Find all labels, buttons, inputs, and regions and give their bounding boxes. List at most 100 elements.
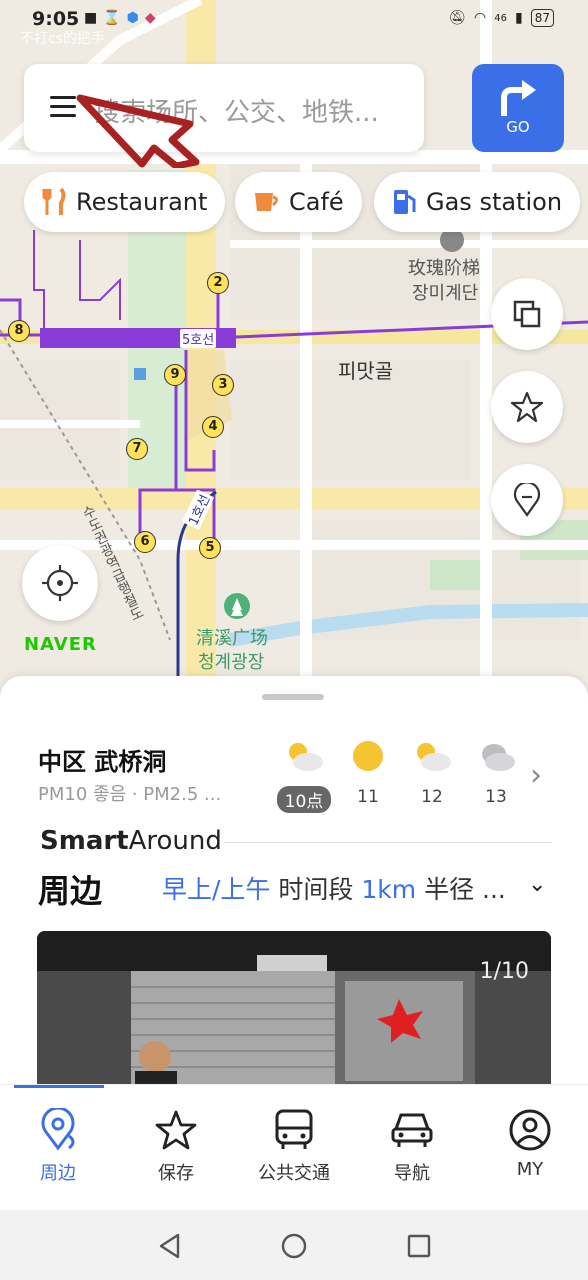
map-label-plaza-kr[interactable]: 청계광장 (198, 652, 264, 674)
crosshair-icon (42, 565, 78, 601)
chip-label: Café (289, 188, 344, 216)
smart-around-logo: SmartAround (40, 826, 222, 856)
subway-exit[interactable]: 4 (202, 416, 224, 438)
go-label: GO (506, 118, 530, 136)
weather-hour: 10点 (272, 736, 336, 813)
chip-restaurant[interactable]: Restaurant (24, 172, 226, 232)
photo-counter: 1/10 (479, 959, 529, 984)
weather-hour: 11 (336, 736, 400, 813)
back-triangle-icon[interactable] (156, 1232, 184, 1260)
subway-exit[interactable]: 6 (134, 531, 156, 553)
smart-bold: Smart (40, 826, 129, 856)
filter-radius-suffix: 半径 ... (424, 875, 506, 904)
filter-radius: 1km (361, 875, 417, 904)
subway-exit[interactable]: 2 (207, 272, 229, 294)
filter-time-suffix: 时间段 (278, 875, 354, 904)
star-icon (155, 1110, 197, 1150)
current-area-title[interactable]: 中区 武桥洞 (38, 742, 166, 777)
bottom-sheet[interactable]: 中区 武桥洞 PM10 좋음 · PM2.5 ... 10点 11 12 13 … (0, 676, 588, 1116)
nav-label: 保存 (158, 1163, 194, 1184)
nearby-heading: 周边 (38, 872, 103, 910)
weather-hour: 13 (464, 736, 528, 813)
network-type: 46 (494, 12, 507, 24)
nearby-filter[interactable]: 早上/上午 时间段 1km 半径 ... (162, 870, 506, 906)
weather-chevron-right-icon[interactable]: › (530, 758, 542, 793)
partly-cloudy-icon (417, 743, 451, 771)
nav-label: 导航 (394, 1163, 430, 1184)
weather-hour-label: 10点 (276, 786, 332, 813)
bus-icon (275, 1109, 313, 1149)
naver-logo: NAVER (24, 634, 97, 655)
user-icon (509, 1109, 551, 1151)
status-time: 9:05 (32, 8, 80, 30)
status-notification-icons: ■ ⌛ ⬢ ◆ (84, 10, 156, 26)
weather-hour: 12 (400, 736, 464, 813)
fork-knife-icon (42, 187, 66, 215)
nav-tab-nearby[interactable]: 周边 (8, 1107, 108, 1185)
app-icon: ◆ (144, 10, 156, 26)
weather-hour-label: 11 (357, 787, 379, 807)
map-label-stairs-kr[interactable]: 장미계단 (412, 283, 478, 305)
nearby-pin-icon (41, 1108, 75, 1151)
shield-icon: ⬢ (126, 10, 139, 26)
chip-label: Gas station (426, 188, 563, 216)
partly-cloudy-icon (289, 743, 323, 771)
subway-exit[interactable]: 9 (164, 364, 186, 386)
chip-gas-station[interactable]: Gas station (374, 172, 581, 232)
fuel-pump-icon (394, 190, 416, 214)
air-quality-text[interactable]: PM10 좋음 · PM2.5 ... (38, 780, 221, 806)
subway-exit[interactable]: 7 (126, 438, 148, 460)
chevron-down-icon[interactable]: ⌄ (528, 872, 546, 897)
signal-icon: ▮ (515, 10, 523, 26)
subway-exit[interactable]: 5 (199, 537, 221, 559)
map-label-plaza-cn[interactable]: 清溪广场 (196, 628, 268, 650)
smart-around: Around (128, 826, 222, 856)
active-tab-indicator (14, 1085, 104, 1088)
nav-tab-saved[interactable]: 保存 (126, 1107, 226, 1185)
nav-label: 公共交通 (258, 1163, 330, 1184)
weather-hour-label: 12 (421, 787, 443, 807)
status-right: 🔕︎ ◠ 46 ▮ 87 (448, 9, 554, 27)
map-layers-button[interactable] (491, 278, 563, 350)
status-bar: 9:05 ■ ⌛ ⬢ ◆ 不打cs的把手 🔕︎ ◠ 46 ▮ 87 (0, 0, 588, 47)
hourglass-icon: ⌛ (103, 10, 121, 26)
car-icon (391, 1113, 433, 1147)
sheet-drag-handle[interactable] (262, 694, 324, 700)
system-navigation-bar (0, 1210, 588, 1280)
subway-exit[interactable]: 3 (212, 374, 234, 396)
filter-time: 早上/上午 (162, 875, 271, 904)
hourly-weather[interactable]: 10点 11 12 13 (272, 736, 528, 813)
nav-tab-my[interactable]: MY (480, 1107, 580, 1180)
location-pin-icon (513, 483, 541, 517)
video-icon: ■ (84, 10, 98, 26)
cloudy-icon (482, 744, 515, 771)
nav-label: 周边 (40, 1163, 76, 1184)
star-icon (510, 391, 544, 423)
subway-exit[interactable]: 8 (8, 320, 30, 342)
turn-arrow-icon (501, 80, 536, 116)
sun-icon (353, 741, 383, 771)
recents-square-icon[interactable] (405, 1232, 433, 1260)
overlay-watermark: 不打cs的把手 (20, 31, 105, 47)
nav-tab-transit[interactable]: 公共交通 (244, 1107, 344, 1185)
layers-icon (513, 300, 541, 328)
nav-label: MY (516, 1159, 544, 1180)
mute-icon: 🔕︎ (448, 10, 467, 26)
weather-hour-label: 13 (485, 787, 507, 807)
chip-label: Restaurant (76, 188, 208, 216)
battery-indicator: 87 (530, 9, 554, 27)
annotation-arrow-icon (76, 94, 200, 168)
chip-cafe[interactable]: Café (235, 172, 362, 232)
home-circle-icon[interactable] (280, 1232, 308, 1260)
nav-tab-navigation[interactable]: 导航 (362, 1107, 462, 1185)
map-label-pimatgol[interactable]: 피맛골 (338, 360, 393, 382)
line5-tag: 5호선 (180, 329, 217, 348)
map-pin-button[interactable] (491, 464, 563, 536)
map-label-stairs-cn[interactable]: 玫瑰阶梯 (408, 258, 480, 280)
wifi-icon: ◠ (474, 10, 487, 26)
current-location-button[interactable] (22, 545, 98, 621)
bottom-navigation: 周边 保存 公共交通 导航 MY (0, 1084, 588, 1210)
map-favorite-button[interactable] (491, 371, 563, 443)
coffee-cup-icon (255, 193, 278, 211)
go-navigation-button[interactable]: GO (472, 64, 564, 152)
